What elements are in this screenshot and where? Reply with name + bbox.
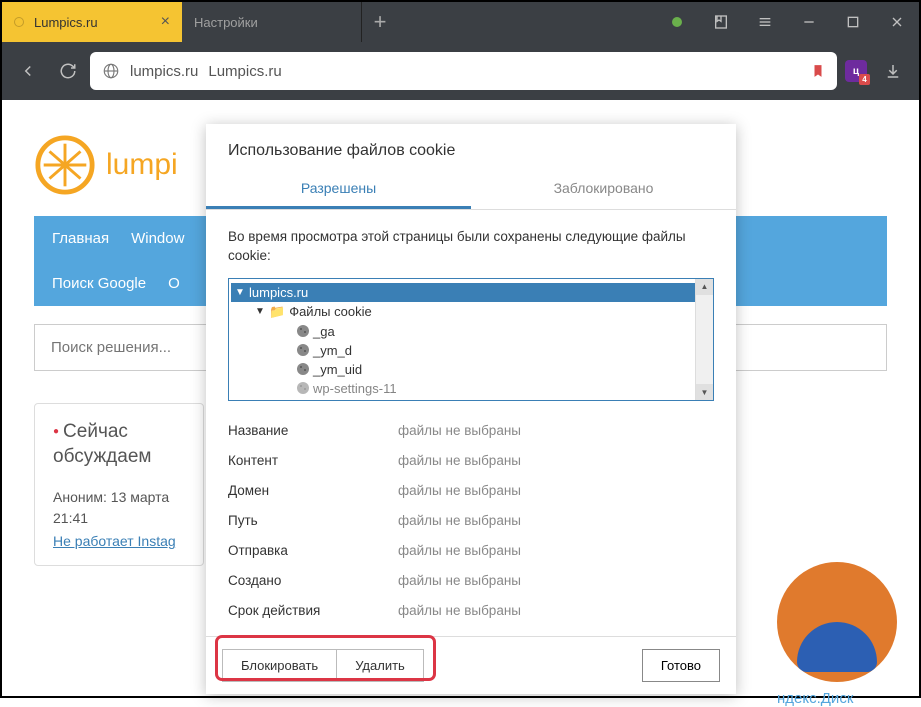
back-button[interactable] [10, 53, 46, 89]
nav-home[interactable]: Главная [52, 230, 109, 247]
bookmark-icon[interactable] [811, 63, 825, 79]
cookie-icon [297, 363, 309, 375]
cookies-dialog: Использование файлов cookie Разрешены За… [206, 124, 736, 694]
extension-badge[interactable]: ц 4 [845, 60, 867, 82]
new-tab-button[interactable]: + [362, 2, 398, 42]
status-indicator-icon[interactable] [655, 2, 699, 42]
detail-label-content: Контент [228, 453, 398, 468]
menu-icon[interactable] [743, 2, 787, 42]
dialog-description: Во время просмотра этой страницы были со… [228, 228, 714, 266]
nav-google-search[interactable]: Поиск Google [52, 275, 146, 292]
dialog-tabs: Разрешены Заблокировано [206, 170, 736, 210]
tree-cookie-item[interactable]: wp-settings-11 [235, 379, 707, 398]
detail-label-domain: Домен [228, 483, 398, 498]
tree-cookie-item[interactable]: _ga [235, 322, 707, 341]
detail-label-expires: Срок действия [228, 603, 398, 618]
done-button[interactable]: Готово [642, 649, 720, 682]
detail-label-path: Путь [228, 513, 398, 528]
reload-button[interactable] [50, 53, 86, 89]
downloads-button[interactable] [875, 53, 911, 89]
detail-value-send: файлы не выбраны [398, 543, 714, 558]
extension-count: 4 [859, 74, 870, 85]
cookie-icon [297, 325, 309, 337]
chevron-down-icon[interactable]: ▼ [235, 287, 245, 298]
tab-title: Настройки [194, 15, 258, 30]
detail-value-content: файлы не выбраны [398, 453, 714, 468]
logo-text: lumpi [106, 148, 178, 182]
nav-about[interactable]: О [168, 275, 180, 292]
detail-label-created: Создано [228, 573, 398, 588]
discuss-title: ●Сейчас обсуждаем [53, 420, 185, 469]
dialog-footer: Блокировать Удалить Готово [206, 636, 736, 694]
folder-icon: 📁 [269, 304, 285, 320]
tree-cookie-item[interactable]: _ym_d [235, 341, 707, 360]
nav-services[interactable]: и сервисы [816, 338, 887, 355]
detail-value-created: файлы не выбраны [398, 573, 714, 588]
tree-folder[interactable]: ▼ 📁 Файлы cookie [235, 302, 707, 322]
detail-value-domain: файлы не выбраны [398, 483, 714, 498]
orange-logo-icon [34, 134, 96, 196]
delete-button[interactable]: Удалить [337, 649, 424, 682]
chevron-down-icon[interactable]: ▼ [255, 306, 265, 317]
addressbar: lumpics.ru Lumpics.ru ц 4 [2, 42, 919, 100]
tree-cookie-item[interactable]: _ym_uid [235, 360, 707, 379]
cookie-icon [297, 344, 309, 356]
tab-allowed[interactable]: Разрешены [206, 170, 471, 209]
favicon-icon [14, 17, 24, 27]
titlebar: Lumpics.ru × Настройки + [2, 2, 919, 42]
scroll-down-icon[interactable]: ▼ [696, 384, 713, 400]
url-domain: lumpics.ru [130, 63, 198, 80]
nav-windows[interactable]: Window [131, 230, 184, 247]
discuss-widget: ●Сейчас обсуждаем Аноним: 13 марта 21:41… [34, 403, 204, 566]
cookie-icon [297, 382, 309, 394]
detail-value-expires: файлы не выбраны [398, 603, 714, 618]
yandex-disk-widget[interactable]: ндекс.Диск [777, 562, 921, 707]
close-tab-icon[interactable]: × [161, 13, 170, 31]
minimize-button[interactable] [787, 2, 831, 42]
maximize-button[interactable] [831, 2, 875, 42]
tree-root[interactable]: ▼ lumpics.ru [231, 283, 707, 302]
tab-title: Lumpics.ru [34, 15, 98, 30]
discuss-link[interactable]: Не работает Instag [53, 533, 185, 549]
detail-value-path: файлы не выбраны [398, 513, 714, 528]
scrollbar[interactable]: ▲ ▼ [695, 279, 713, 400]
close-window-button[interactable] [875, 2, 919, 42]
globe-icon [102, 62, 120, 80]
bookmark-bar-icon[interactable] [699, 2, 743, 42]
tab-settings[interactable]: Настройки [182, 2, 362, 42]
detail-label-name: Название [228, 423, 398, 438]
url-input[interactable]: lumpics.ru Lumpics.ru [90, 52, 837, 90]
detail-label-send: Отправка [228, 543, 398, 558]
dialog-title: Использование файлов cookie [206, 124, 736, 170]
scroll-up-icon[interactable]: ▲ [696, 279, 713, 295]
discuss-meta: Аноним: 13 марта 21:41 [53, 487, 185, 529]
tab-lumpics[interactable]: Lumpics.ru × [2, 2, 182, 42]
tab-blocked[interactable]: Заблокировано [471, 170, 736, 209]
block-button[interactable]: Блокировать [222, 649, 337, 682]
detail-value-name: файлы не выбраны [398, 423, 714, 438]
cookie-tree[interactable]: ▼ lumpics.ru ▼ 📁 Файлы cookie _ga _ym_d [228, 278, 714, 401]
url-title: Lumpics.ru [208, 63, 281, 80]
cookie-details: Название файлы не выбраны Контент файлы … [228, 423, 714, 618]
